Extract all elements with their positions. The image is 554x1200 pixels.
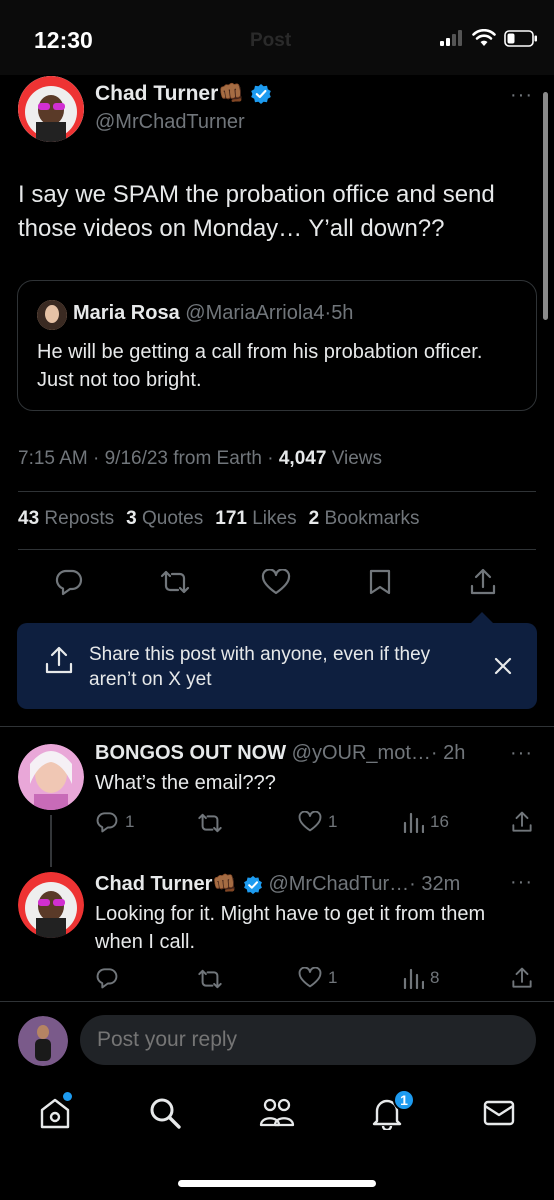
composer-bar (0, 1002, 554, 1078)
like-button[interactable]: 1 (298, 811, 337, 833)
quoted-avatar (37, 300, 67, 330)
bottom-nav: 1 (0, 1078, 554, 1200)
share-icon (45, 646, 73, 674)
author-name[interactable]: Chad Turner (95, 82, 218, 105)
reply-icon (96, 812, 118, 833)
view-count: 8 (430, 968, 440, 987)
quoted-text: He will be getting a call from his proba… (37, 341, 483, 391)
reply-author-name[interactable]: BONGOS OUT NOW (95, 742, 286, 764)
notifications-badge: 1 (393, 1089, 415, 1111)
nav-home[interactable] (38, 1092, 72, 1135)
quoted-post[interactable]: Maria Rosa @MariaArriola4·5h He will be … (17, 280, 537, 411)
quoted-author-handle: @MariaArriola4 (185, 302, 325, 324)
quoted-author-name: Maria Rosa (73, 302, 180, 324)
views-count: 4,047 (278, 448, 327, 469)
reply-text: What’s the email??? (95, 772, 276, 794)
status-bar: 12:30 Post (0, 0, 554, 75)
repost-button[interactable] (196, 812, 224, 834)
quoted-time: 5h (331, 302, 354, 324)
divider (18, 549, 536, 550)
divider (0, 726, 554, 727)
post-timestamp: 7:15 AM · 9/16/23 from Earth · (18, 448, 274, 469)
reply-button[interactable] (95, 967, 119, 989)
status-time: 12:30 (34, 27, 93, 53)
views-icon (403, 968, 424, 989)
stat-likes[interactable]: 171 Likes (215, 508, 296, 530)
heart-icon (298, 967, 322, 988)
repost-icon (198, 969, 222, 989)
reply-avatar[interactable] (18, 872, 84, 938)
post-text: I say we SPAM the probation office and s… (18, 181, 495, 242)
heart-icon (298, 811, 322, 832)
view-count: 16 (430, 812, 449, 831)
like-count: 1 (328, 812, 338, 831)
more-icon[interactable]: ··· (510, 871, 533, 894)
signal-icon (440, 30, 462, 46)
reply-author-line[interactable]: Chad Turner👊🏾 @MrChadTur…· 32m (95, 871, 460, 896)
home-indicator (178, 1180, 376, 1187)
repost-icon[interactable] (158, 569, 192, 595)
repost-button[interactable] (196, 968, 224, 990)
thread-line (50, 815, 52, 867)
reply-author-handle[interactable]: @MrChadTur… (268, 873, 409, 895)
home-dot (63, 1092, 72, 1101)
scrollbar[interactable] (543, 92, 548, 320)
header-title: Post (250, 30, 292, 51)
battery-icon (504, 29, 537, 47)
author-line[interactable]: Chad Turner👊🏾 (95, 82, 272, 106)
verified-icon (243, 875, 262, 894)
search-icon[interactable] (148, 1096, 182, 1130)
more-icon[interactable]: ··· (510, 84, 533, 107)
reply-time: · 2h (430, 742, 466, 764)
reply-text: Looking for it. Might have to get it fro… (95, 903, 486, 953)
reply-button[interactable]: 1 (95, 811, 134, 833)
divider (18, 491, 536, 492)
reply-author-handle[interactable]: @yOUR_mot… (292, 742, 431, 764)
stat-bookmarks[interactable]: 2 Bookmarks (309, 508, 420, 530)
views-button[interactable]: 16 (402, 811, 449, 833)
author-handle[interactable]: @MrChadTurner (95, 111, 245, 134)
share-icon[interactable] (511, 810, 533, 834)
home-icon (40, 1098, 70, 1129)
stat-reposts[interactable]: 43 Reposts (18, 508, 114, 530)
heart-icon[interactable] (261, 569, 291, 596)
bookmark-icon[interactable] (368, 568, 392, 596)
stat-quotes[interactable]: 3 Quotes (126, 508, 203, 530)
share-banner-text: Share this post with anyone, even if the… (89, 644, 431, 690)
close-icon[interactable] (494, 657, 512, 675)
quoted-author-line: Maria Rosa @MariaArriola4·5h (73, 302, 353, 325)
composer-avatar (18, 1016, 68, 1066)
reply-icon (96, 968, 118, 989)
reply-author-line[interactable]: BONGOS OUT NOW @yOUR_mot…· 2h (95, 742, 465, 765)
views-icon (403, 812, 424, 833)
views-label: Views (331, 448, 383, 469)
wifi-icon (472, 29, 496, 46)
reply-input[interactable] (80, 1015, 536, 1065)
share-banner[interactable]: Share this post with anyone, even if the… (17, 623, 537, 709)
share-icon[interactable] (511, 966, 533, 990)
post-meta: 7:15 AM · 9/16/23 from Earth · 4,047 Vie… (18, 448, 382, 470)
reply-count: 1 (125, 812, 135, 831)
reply-author-emoji: 👊🏾 (212, 873, 238, 895)
post-stats: 43 Reposts 3 Quotes 171 Likes 2 Bookmark… (18, 508, 419, 530)
people-icon[interactable] (258, 1096, 296, 1130)
avatar[interactable] (18, 76, 84, 142)
reply-avatar[interactable] (18, 744, 84, 810)
mail-icon[interactable] (482, 1098, 516, 1128)
verified-icon (251, 84, 272, 105)
more-icon[interactable]: ··· (510, 742, 533, 765)
status-icons (440, 29, 538, 47)
views-button[interactable]: 8 (402, 967, 439, 989)
share-icon[interactable] (469, 567, 497, 597)
like-button[interactable]: 1 (298, 967, 337, 989)
repost-icon (198, 813, 222, 833)
reply-icon[interactable] (54, 568, 84, 596)
reply-time: · 32m (409, 873, 461, 895)
like-count: 1 (328, 968, 338, 987)
author-emoji: 👊🏾 (218, 82, 245, 105)
reply-author-name[interactable]: Chad Turner (95, 873, 212, 895)
nav-notifications[interactable]: 1 (370, 1089, 415, 1135)
